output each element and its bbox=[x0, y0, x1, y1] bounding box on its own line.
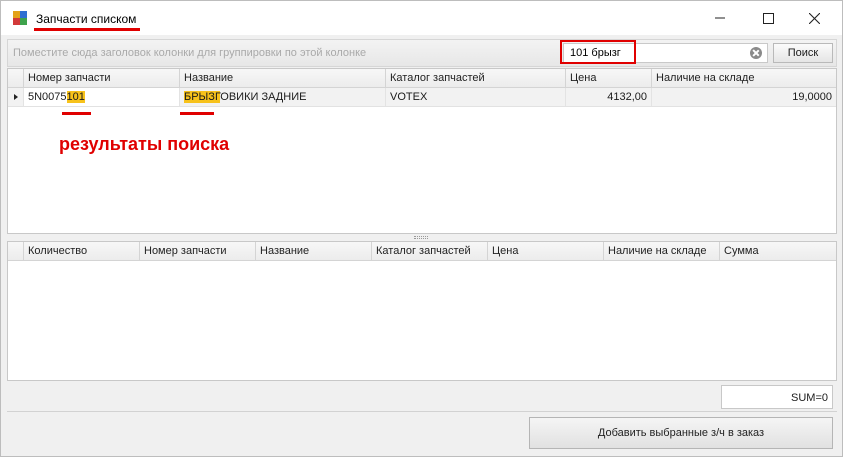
row-indicator-header bbox=[8, 242, 24, 261]
maximize-button[interactable] bbox=[746, 7, 790, 29]
column-header-price[interactable]: Цена bbox=[566, 69, 652, 88]
app-icon bbox=[13, 11, 27, 25]
column-header-part-number[interactable]: Номер запчасти bbox=[24, 69, 180, 88]
group-panel-hint: Поместите сюда заголовок колонки для гру… bbox=[13, 47, 367, 59]
column-header-stock[interactable]: Наличие на складе bbox=[604, 242, 720, 261]
row-indicator-arrow-icon bbox=[8, 88, 24, 106]
column-header-stock[interactable]: Наличие на складе bbox=[652, 69, 836, 88]
cell-catalog[interactable]: VOTEX bbox=[386, 88, 566, 106]
column-header-quantity[interactable]: Количество bbox=[24, 242, 140, 261]
results-grid-header: Номер запчасти Название Каталог запчасте… bbox=[8, 69, 836, 88]
search-results-annotation: результаты поиска bbox=[59, 134, 230, 154]
close-icon bbox=[808, 12, 820, 24]
minimize-button[interactable] bbox=[698, 7, 742, 29]
minimize-icon bbox=[715, 17, 725, 19]
clear-icon[interactable] bbox=[750, 47, 762, 59]
name-match: БРЫЗГ bbox=[184, 91, 221, 103]
column-header-catalog[interactable]: Каталог запчастей bbox=[372, 242, 488, 261]
name-suffix: ОВИКИ ЗАДНИЕ bbox=[220, 91, 307, 103]
selected-parts-grid[interactable]: Количество Номер запчасти Название Катал… bbox=[7, 241, 837, 381]
window-title: Запчасти списком bbox=[36, 12, 137, 26]
column-header-name[interactable]: Название bbox=[256, 242, 372, 261]
column-header-part-number[interactable]: Номер запчасти bbox=[140, 242, 256, 261]
search-button[interactable]: Поиск bbox=[773, 43, 833, 63]
row-indicator-header bbox=[8, 69, 24, 88]
cell-price[interactable]: 4132,00 bbox=[566, 88, 652, 106]
group-panel[interactable]: Поместите сюда заголовок колонки для гру… bbox=[7, 39, 837, 67]
column-header-sum[interactable]: Сумма bbox=[720, 242, 836, 261]
sum-value: SUM=0 bbox=[791, 392, 828, 404]
cell-name[interactable]: БРЫЗГОВИКИ ЗАДНИЕ bbox=[180, 88, 386, 106]
cell-stock[interactable]: 19,0000 bbox=[652, 88, 836, 106]
parts-list-window: Запчасти списком Поместите сюда заголово… bbox=[0, 0, 843, 457]
close-button[interactable] bbox=[792, 7, 836, 29]
title-bar: Запчасти списком bbox=[1, 1, 842, 35]
add-selected-parts-button[interactable]: Добавить выбранные з/ч в заказ bbox=[529, 417, 833, 449]
sum-field: SUM=0 bbox=[721, 385, 833, 409]
part-number-match: 101 bbox=[66, 91, 85, 103]
part-number-red-underline bbox=[62, 112, 91, 115]
title-red-underline bbox=[34, 28, 140, 31]
column-header-name[interactable]: Название bbox=[180, 69, 386, 88]
part-number-prefix: 5N0075 bbox=[28, 91, 67, 103]
selected-grid-header: Количество Номер запчасти Название Катал… bbox=[8, 242, 836, 261]
search-red-frame bbox=[560, 40, 636, 64]
column-header-price[interactable]: Цена bbox=[488, 242, 604, 261]
name-red-underline bbox=[180, 112, 214, 115]
table-row[interactable]: 5N0075101 БРЫЗГОВИКИ ЗАДНИЕ VOTEX 4132,0… bbox=[8, 88, 836, 107]
maximize-icon bbox=[762, 12, 774, 24]
column-header-catalog[interactable]: Каталог запчастей bbox=[386, 69, 566, 88]
cell-part-number[interactable]: 5N0075101 bbox=[24, 88, 180, 106]
splitter-grip[interactable] bbox=[414, 236, 428, 239]
